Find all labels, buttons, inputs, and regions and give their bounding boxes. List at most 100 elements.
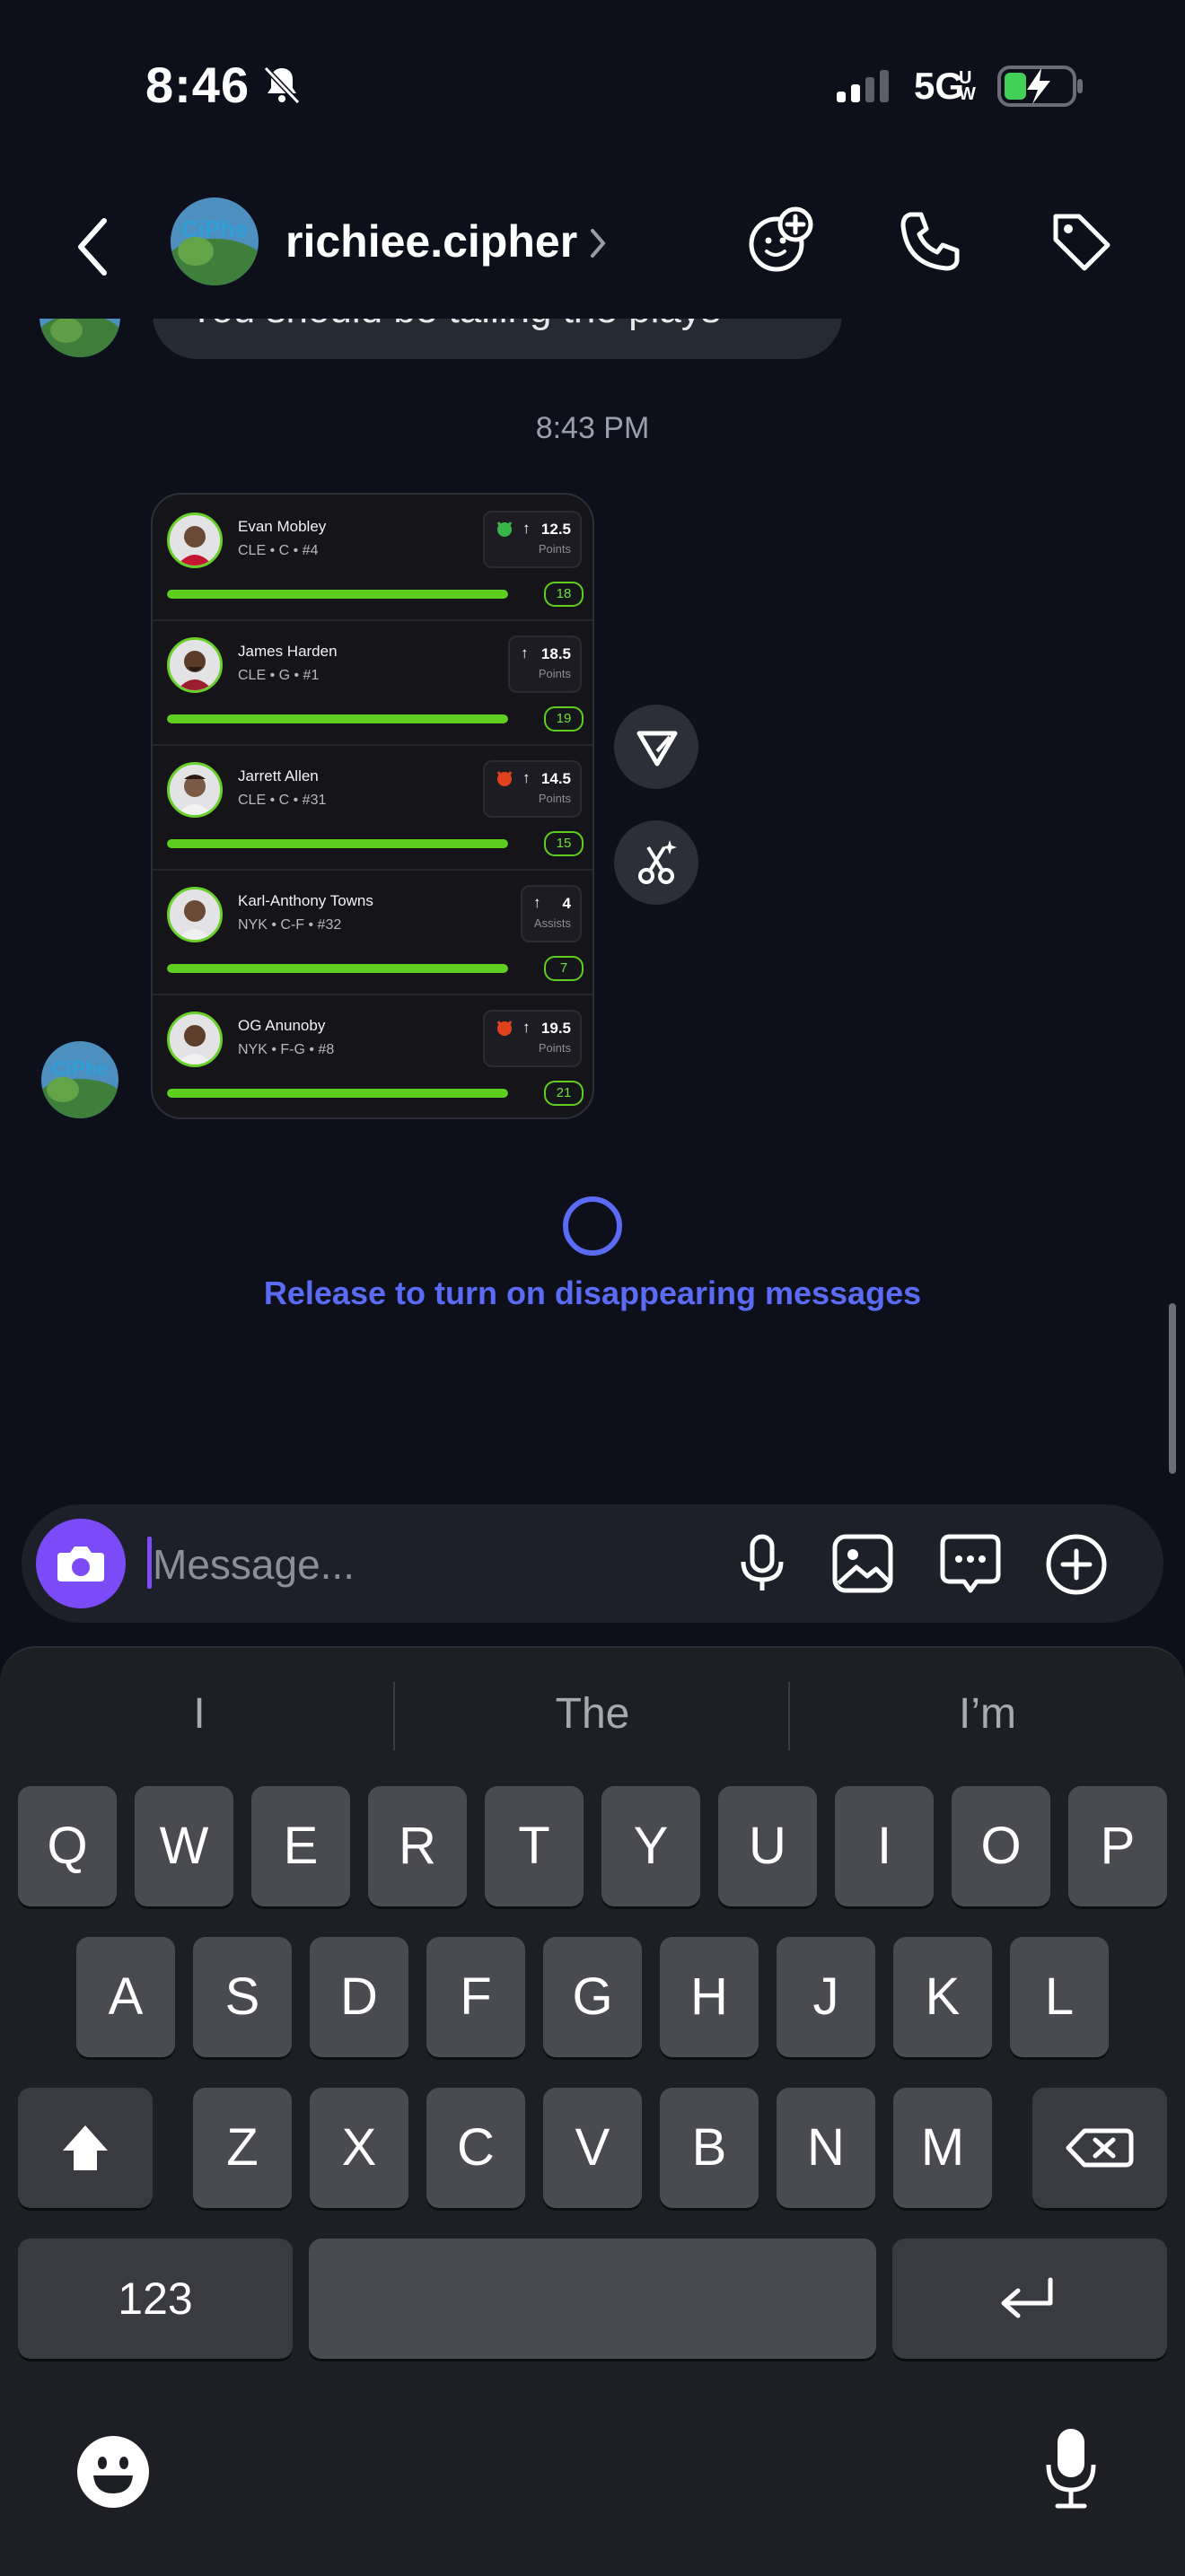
key-e[interactable]: E xyxy=(251,1786,350,1906)
player-row[interactable]: OG Anunoby NYK • F-G • #8 ↑ 19.5 Points … xyxy=(153,994,592,1117)
key-b[interactable]: B xyxy=(660,2088,759,2208)
stat-label: Points xyxy=(538,542,571,556)
player-team-position: CLE • G • #1 xyxy=(238,668,320,683)
message-composer xyxy=(22,1504,1163,1623)
key-v[interactable]: V xyxy=(543,2088,642,2208)
key-f[interactable]: F xyxy=(426,1937,525,2057)
key-d[interactable]: D xyxy=(310,1937,408,2057)
key-y[interactable]: Y xyxy=(601,1786,700,1906)
key-l[interactable]: L xyxy=(1010,1937,1109,2057)
stat-label: Points xyxy=(538,1041,571,1055)
shift-key[interactable] xyxy=(18,2088,153,2208)
suggestion-3[interactable]: I’m xyxy=(792,1689,1183,1739)
progress-fill xyxy=(167,714,508,723)
space-key[interactable] xyxy=(309,2239,876,2359)
message-timestamp: 8:43 PM xyxy=(535,411,650,445)
signal-icon xyxy=(835,68,894,104)
key-z[interactable]: Z xyxy=(193,2088,292,2208)
key-c[interactable]: C xyxy=(426,2088,525,2208)
ai-remix-button[interactable] xyxy=(614,820,698,905)
key-a[interactable]: A xyxy=(76,1937,175,2057)
stat-value: 19.5 xyxy=(540,1020,571,1037)
player-name: Jarrett Allen xyxy=(238,767,319,784)
loading-ring xyxy=(560,1194,625,1258)
key-o[interactable]: O xyxy=(952,1786,1050,1906)
key-g[interactable]: G xyxy=(543,1937,642,2057)
player-team-position: NYK • F-G • #8 xyxy=(238,1042,335,1057)
chevron-right-icon[interactable] xyxy=(587,225,609,261)
stat-line-box: ↑ 14.5 Points xyxy=(483,760,582,818)
key-t[interactable]: T xyxy=(485,1786,584,1906)
key-j[interactable]: J xyxy=(777,1937,875,2057)
arrow-up-icon: ↑ xyxy=(522,520,531,537)
player-team-position: NYK • C-F • #32 xyxy=(238,917,342,933)
key-x[interactable]: X xyxy=(310,2088,408,2208)
key-w[interactable]: W xyxy=(135,1786,233,1906)
network-uw-icon: UW xyxy=(959,68,976,104)
stat-value: 14.5 xyxy=(540,770,571,787)
key-k[interactable]: K xyxy=(893,1937,992,2057)
key-u[interactable]: U xyxy=(718,1786,817,1906)
player-row[interactable]: Jarrett Allen CLE • C • #31 ↑ 14.5 Point… xyxy=(153,744,592,871)
player-avatar xyxy=(167,513,223,568)
progress-value: 15 xyxy=(544,831,584,856)
scrollbar[interactable] xyxy=(1169,1303,1176,1474)
stat-line-box: ↑ 18.5 Points xyxy=(508,635,582,693)
stat-label: Points xyxy=(538,667,571,680)
progress-fill xyxy=(167,964,508,973)
add-sticker-button[interactable] xyxy=(747,206,815,275)
share-button[interactable] xyxy=(614,705,698,789)
player-props-card[interactable]: Evan Mobley CLE • C • #4 ↑ 12.5 Points 1… xyxy=(151,493,594,1119)
tag-button[interactable] xyxy=(1049,209,1113,274)
dictation-button[interactable] xyxy=(1040,2425,1102,2511)
key-m[interactable]: M xyxy=(893,2088,992,2208)
key-r[interactable]: R xyxy=(368,1786,467,1906)
progress-fill xyxy=(167,590,508,599)
back-button[interactable] xyxy=(72,215,117,278)
key-p[interactable]: P xyxy=(1068,1786,1167,1906)
contact-name[interactable]: richiee.cipher xyxy=(285,215,577,267)
stat-value: 4 xyxy=(562,895,571,912)
microphone-button[interactable] xyxy=(731,1531,794,1596)
return-key[interactable] xyxy=(892,2239,1167,2359)
player-avatar xyxy=(167,1012,223,1067)
key-q[interactable]: Q xyxy=(18,1786,117,1906)
key-s[interactable]: S xyxy=(193,1937,292,2057)
player-avatar xyxy=(167,762,223,818)
backspace-icon xyxy=(1066,2128,1134,2168)
add-button[interactable] xyxy=(1043,1531,1110,1598)
green-devil-icon xyxy=(496,520,514,538)
key-i[interactable]: I xyxy=(835,1786,934,1906)
progress-value: 19 xyxy=(544,706,584,732)
sender-avatar[interactable]: CiPhe xyxy=(41,1041,118,1118)
gallery-button[interactable] xyxy=(830,1531,896,1596)
key-n[interactable]: N xyxy=(777,2088,875,2208)
emoji-button[interactable] xyxy=(75,2434,151,2510)
battery-icon xyxy=(996,63,1086,110)
player-row[interactable]: James Harden CLE • G • #1 ↑ 18.5 Points … xyxy=(153,619,592,746)
player-row[interactable]: Karl-Anthony Towns NYK • C-F • #32 ↑ 4 A… xyxy=(153,869,592,995)
backspace-key[interactable] xyxy=(1032,2088,1167,2208)
contact-avatar[interactable]: CiPhe xyxy=(171,197,259,285)
call-button[interactable] xyxy=(898,209,962,274)
player-row[interactable]: Evan Mobley CLE • C • #4 ↑ 12.5 Points 1… xyxy=(153,495,592,621)
shift-icon xyxy=(63,2125,108,2170)
numbers-key[interactable]: 123 xyxy=(18,2239,293,2359)
suggestion-divider xyxy=(393,1682,395,1750)
message-input[interactable] xyxy=(151,1531,729,1598)
camera-button[interactable] xyxy=(36,1519,126,1608)
suggestion-2[interactable]: The xyxy=(397,1689,788,1739)
arrow-up-icon: ↑ xyxy=(521,644,529,662)
status-time: 8:46 xyxy=(145,57,250,113)
sticker-chat-button[interactable] xyxy=(937,1531,1004,1598)
return-icon xyxy=(1001,2277,1053,2318)
progress-bar xyxy=(167,1089,508,1098)
key-h[interactable]: H xyxy=(660,1937,759,2057)
progress-value: 7 xyxy=(544,956,584,981)
player-name: Karl-Anthony Towns xyxy=(238,892,373,909)
stat-label: Points xyxy=(538,792,571,805)
player-team-position: CLE • C • #31 xyxy=(238,793,327,808)
progress-value: 18 xyxy=(544,582,584,607)
progress-fill xyxy=(167,839,508,848)
suggestion-1[interactable]: I xyxy=(4,1689,395,1739)
